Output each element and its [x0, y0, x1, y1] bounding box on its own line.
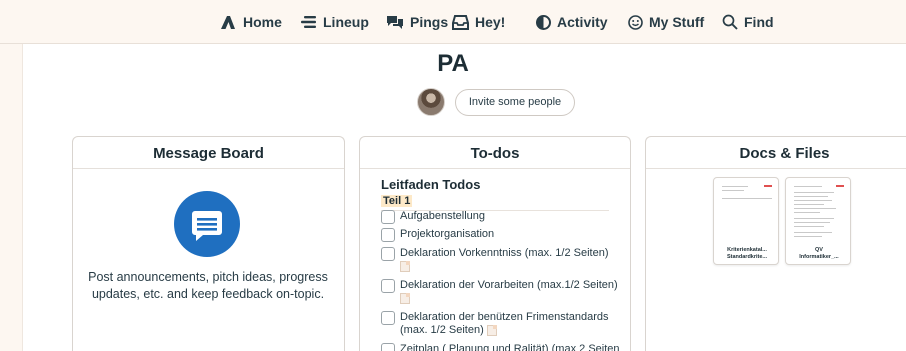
message-board-icon [174, 191, 240, 257]
nav-pings[interactable]: Pings [386, 10, 448, 34]
document-name-line1: Kriterienkatal... [727, 247, 767, 253]
todo-label[interactable]: Projektorganisation [400, 228, 494, 241]
nav-hey[interactable]: Hey! [452, 10, 505, 34]
todo-label[interactable]: Deklaration der Vorarbeiten (max.1/2 Sei… [400, 279, 618, 291]
todo-label[interactable]: Aufgabenstellung [400, 210, 485, 223]
todo-item: Deklaration der benützen Frimenstandards… [381, 311, 621, 337]
nav-activity-label: Activity [557, 14, 608, 30]
top-nav: Home Lineup Pings Hey! Activity My Stuff… [0, 0, 906, 44]
message-board-card[interactable]: Message Board Post announcements, pitch … [72, 136, 345, 351]
card-divider [360, 168, 630, 169]
todo-checkbox[interactable] [381, 228, 395, 242]
todo-item: Projektorganisation [381, 228, 621, 242]
todo-label[interactable]: Zeitplan ( Planung und Ralität) (max 2 S… [400, 343, 620, 351]
card-divider [646, 168, 906, 169]
document-name: Kriterienkatal... Standardkrite... [716, 247, 778, 261]
find-icon [722, 14, 738, 30]
message-board-title[interactable]: Message Board [73, 145, 344, 162]
todos-title[interactable]: To-dos [360, 145, 630, 162]
todo-checkbox[interactable] [381, 279, 395, 293]
todo-list-title[interactable]: Leitfaden Todos [381, 177, 480, 192]
nav-lineup-label: Lineup [323, 14, 369, 30]
message-board-description: Post announcements, pitch ideas, progres… [88, 270, 328, 301]
nav-activity[interactable]: Activity [536, 10, 608, 34]
nav-my-stuff[interactable]: My Stuff [628, 10, 704, 34]
nav-lineup[interactable]: Lineup [301, 10, 369, 34]
left-margin [0, 44, 22, 351]
document-name-line1: QV [815, 247, 823, 253]
nav-find[interactable]: Find [722, 10, 774, 34]
lineup-icon [301, 16, 316, 28]
nav-home-label: Home [243, 14, 282, 30]
todo-checkbox[interactable] [381, 247, 395, 261]
note-icon [400, 292, 410, 304]
hey-icon [452, 14, 469, 30]
todo-group-label: Teil 1 [381, 195, 413, 207]
todo-checkbox[interactable] [381, 311, 395, 325]
home-icon [221, 16, 235, 29]
nav-home[interactable]: Home [219, 10, 282, 34]
nav-find-label: Find [744, 14, 774, 30]
nav-pings-label: Pings [410, 14, 449, 30]
avatar[interactable] [417, 88, 445, 116]
todo-item: Deklaration der Vorarbeiten (max.1/2 Sei… [381, 279, 621, 305]
nav-hey-label: Hey! [475, 14, 506, 30]
todo-group-heading: Teil 1 [381, 195, 609, 211]
todo-item: Zeitplan ( Planung und Ralität) (max 2 S… [381, 343, 621, 351]
docs-files-card[interactable]: Docs & Files Kriterienkatal... Standardk… [645, 136, 906, 351]
activity-icon [536, 14, 551, 30]
my-stuff-icon [628, 14, 643, 30]
todo-label[interactable]: Deklaration der benützen Frimenstandards… [400, 311, 609, 336]
invite-people-button[interactable]: Invite some people [455, 89, 575, 116]
project-title: PA [437, 50, 469, 77]
docs-files-title[interactable]: Docs & Files [654, 145, 906, 162]
note-icon [400, 260, 410, 272]
todos-card[interactable]: To-dos Leitfaden Todos Teil 1 Aufgabenst… [359, 136, 631, 351]
todo-label[interactable]: Deklaration Vorkenntniss (max. 1/2 Seite… [400, 247, 609, 259]
todo-checkbox[interactable] [381, 343, 395, 351]
document-name-line2: Informatiker_... [799, 254, 839, 260]
pings-icon [387, 16, 403, 29]
document-thumbnail[interactable]: Kriterienkatal... Standardkrite... [713, 177, 779, 265]
document-name-line2: Standardkrite... [726, 254, 768, 260]
todo-item: Deklaration Vorkenntniss (max. 1/2 Seite… [381, 247, 621, 273]
todo-item: Aufgabenstellung [381, 210, 621, 224]
note-icon [486, 324, 497, 336]
nav-my-stuff-label: My Stuff [649, 14, 705, 30]
document-name: QV Informatiker_... [788, 247, 850, 261]
document-thumbnail[interactable]: QV Informatiker_... [785, 177, 851, 265]
card-divider [73, 168, 344, 169]
todo-checkbox[interactable] [381, 210, 395, 224]
